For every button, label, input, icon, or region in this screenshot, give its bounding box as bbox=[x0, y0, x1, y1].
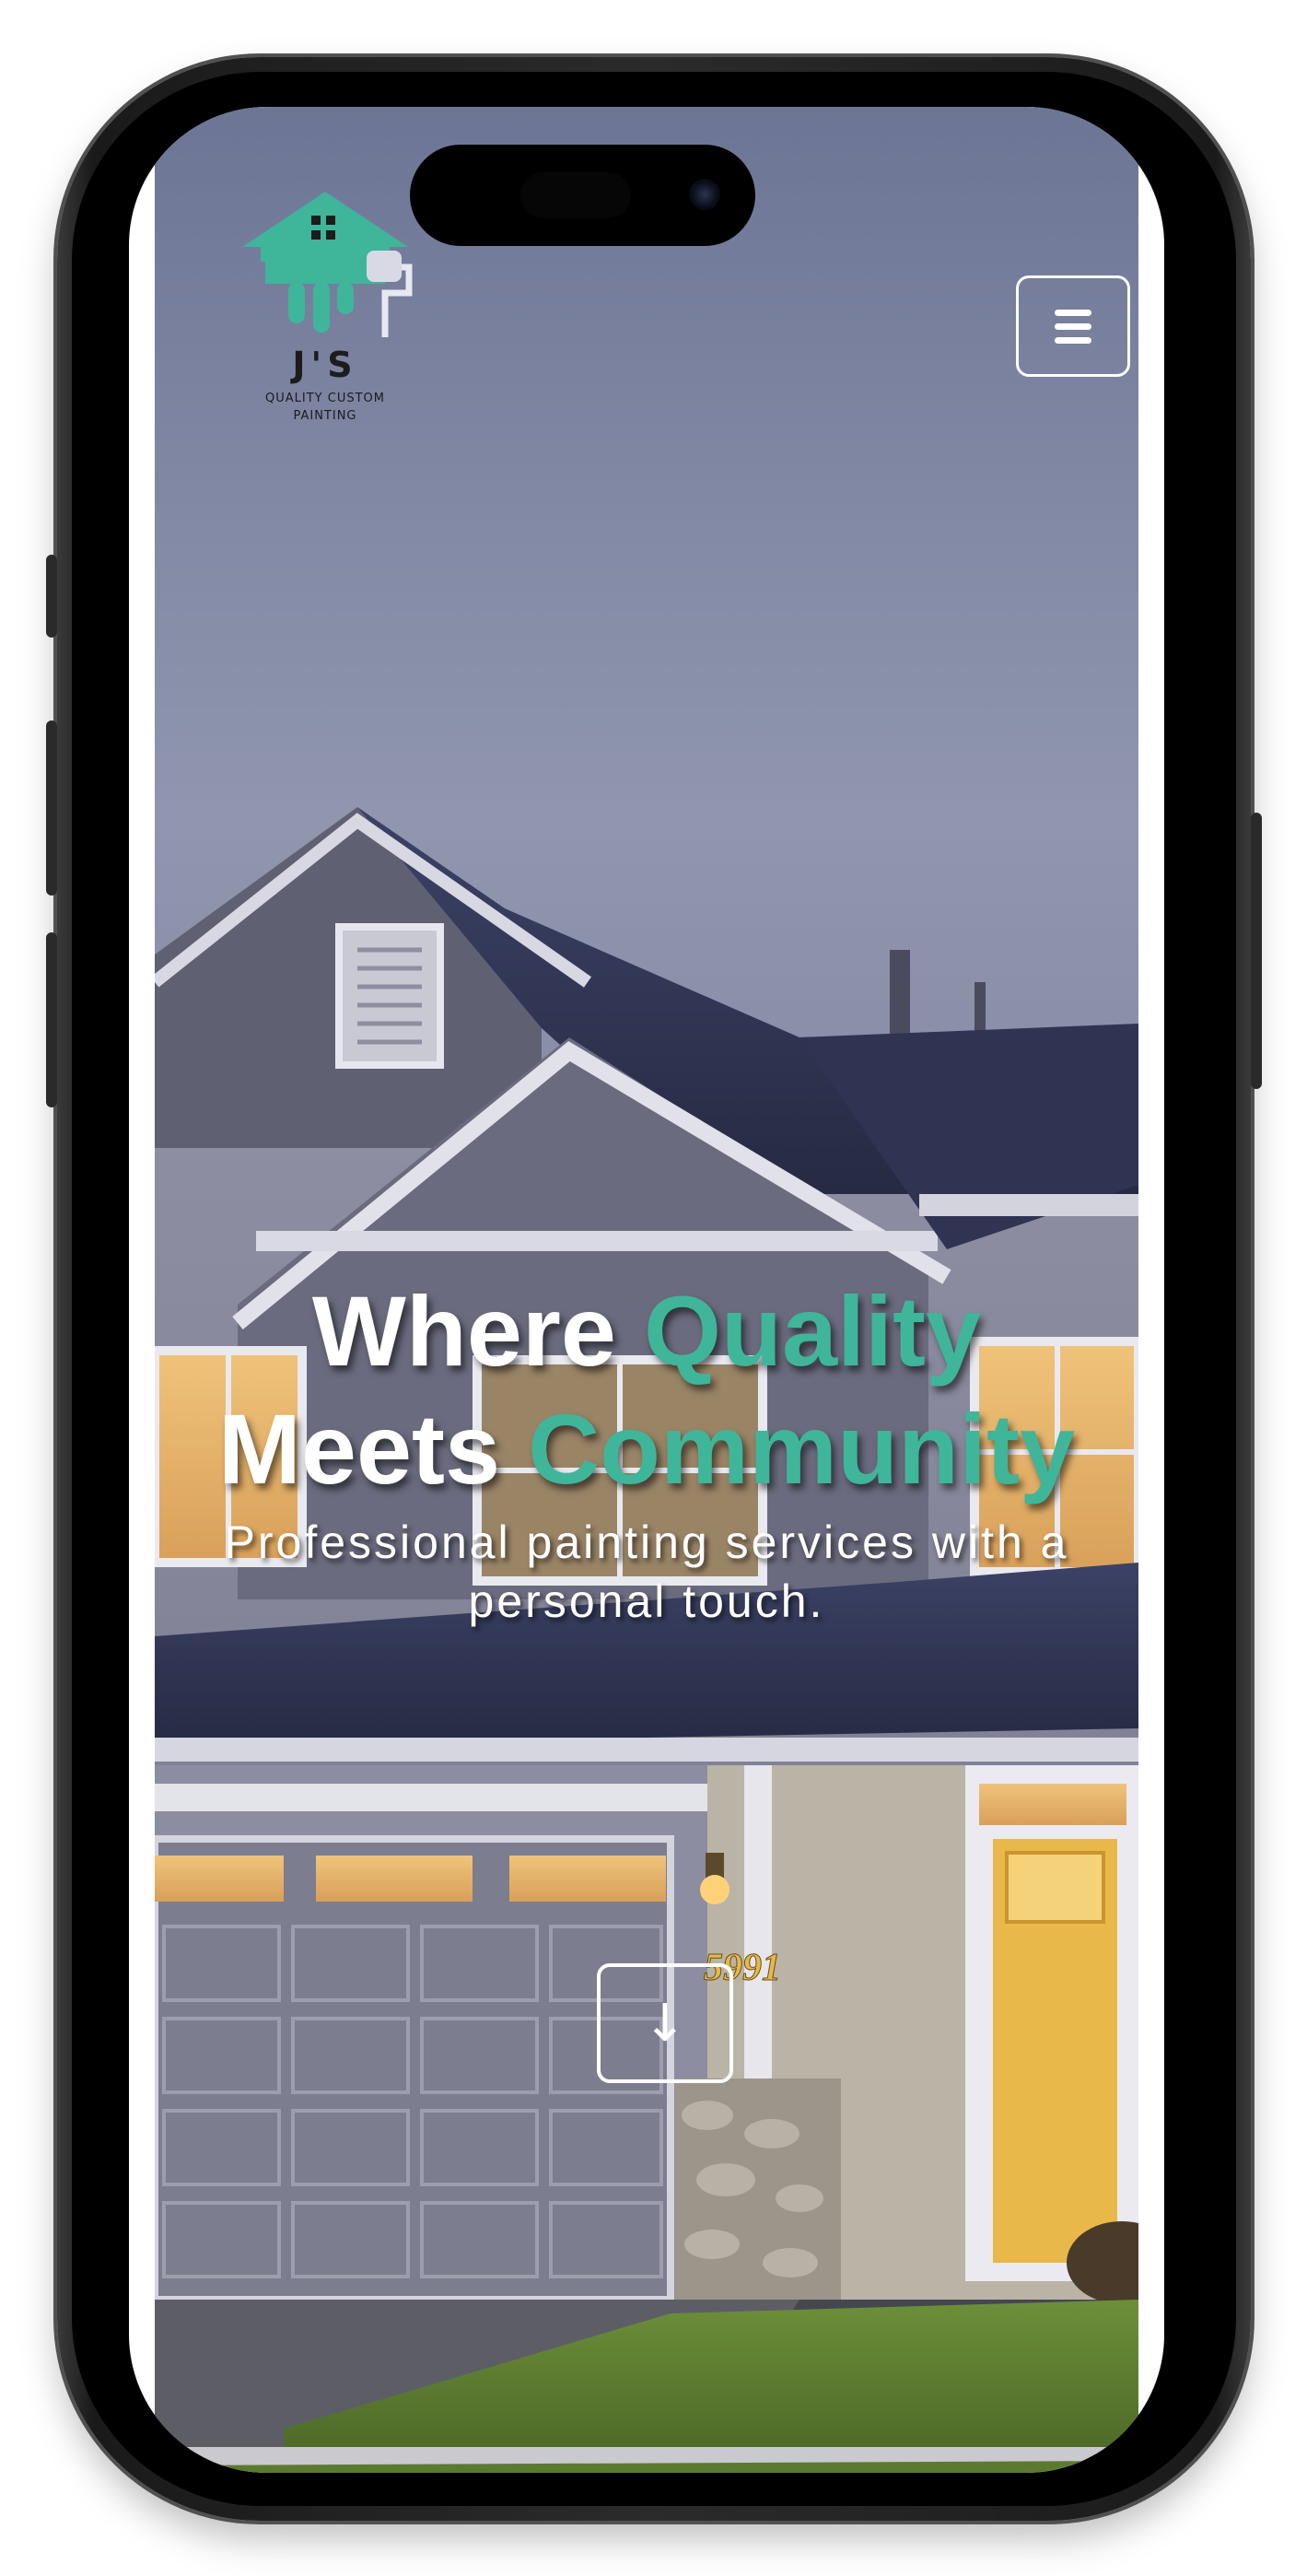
screen: J'S QUALITY CUSTOM PAINTING Where Qualit… bbox=[129, 107, 1164, 2473]
scroll-down-button[interactable]: ↓ bbox=[597, 1963, 733, 2083]
brand-name: J'S bbox=[292, 345, 358, 385]
house-paint-roller-icon bbox=[242, 192, 413, 337]
brand-logo[interactable]: J'S QUALITY CUSTOM PAINTING bbox=[238, 190, 413, 434]
headline-line-1: Where Quality bbox=[155, 1272, 1138, 1390]
hamburger-menu-icon-bar bbox=[1055, 336, 1091, 344]
hero-subheading: Professional painting services with a pe… bbox=[224, 1516, 1069, 1627]
brand-tagline-line1: QUALITY CUSTOM bbox=[265, 392, 385, 405]
down-arrow-icon: ↓ bbox=[643, 1993, 687, 2054]
power-button bbox=[1251, 813, 1262, 1089]
face-id-sensor bbox=[520, 172, 631, 218]
headline-text-where: Where bbox=[311, 1275, 644, 1387]
phone-frame: J'S QUALITY CUSTOM PAINTING Where Qualit… bbox=[46, 57, 1262, 2521]
headline-text-meets: Meets bbox=[217, 1393, 529, 1505]
headline-accent-quality: Quality bbox=[643, 1275, 982, 1387]
dynamic-island bbox=[410, 145, 755, 246]
volume-down-button bbox=[46, 932, 57, 1107]
action-button bbox=[46, 555, 57, 638]
brand-tagline: QUALITY CUSTOM PAINTING bbox=[238, 390, 413, 425]
brand-tagline-line2: PAINTING bbox=[293, 409, 357, 423]
hero-section: J'S QUALITY CUSTOM PAINTING Where Qualit… bbox=[155, 107, 1138, 2473]
front-camera bbox=[689, 179, 720, 210]
headline-accent-community: Community bbox=[528, 1393, 1076, 1505]
menu-button[interactable] bbox=[1016, 275, 1130, 377]
hero-headline: Where Quality Meets Community bbox=[155, 1272, 1138, 1508]
hamburger-menu-icon-bar bbox=[1055, 309, 1091, 316]
headline-line-2: Meets Community bbox=[155, 1390, 1138, 1508]
volume-up-button bbox=[46, 720, 57, 896]
hamburger-menu-icon-bar bbox=[1055, 322, 1091, 330]
